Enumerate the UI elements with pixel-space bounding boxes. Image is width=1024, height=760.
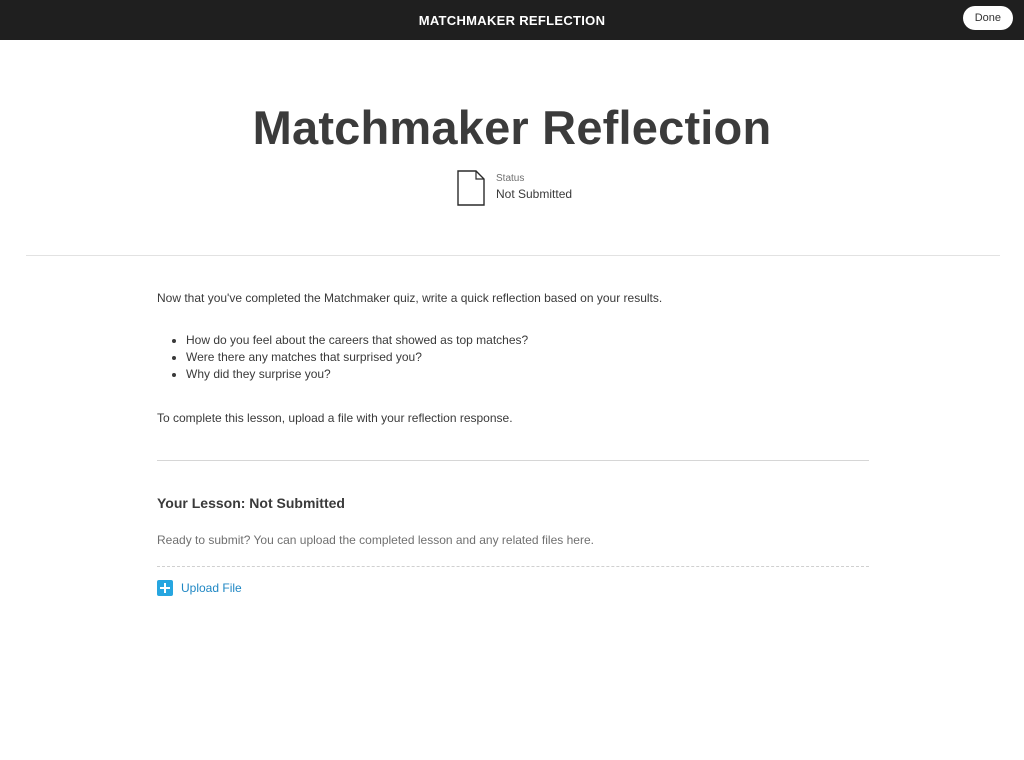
dashed-divider [157, 566, 869, 567]
question-item: How do you feel about the careers that s… [186, 332, 869, 349]
status-label: Status [496, 173, 525, 184]
question-item: Were there any matches that surprised yo… [186, 349, 869, 366]
plus-icon[interactable] [157, 580, 173, 596]
intro-text: Now that you've completed the Matchmaker… [157, 291, 663, 305]
reflection-questions: How do you feel about the careers that s… [157, 332, 869, 383]
lesson-instructions: Now that you've completed the Matchmaker… [157, 290, 869, 426]
status-block: Status Not Submitted [457, 170, 572, 206]
completion-note: To complete this lesson, upload a file w… [157, 411, 513, 425]
document-icon [457, 170, 485, 206]
done-button[interactable]: Done [962, 6, 1013, 30]
lesson-status-heading: Your Lesson: Not Submitted [157, 495, 345, 511]
top-bar: MATCHMAKER REFLECTION Done [0, 0, 1024, 40]
upload-file-label[interactable]: Upload File [181, 581, 242, 595]
topbar-title: MATCHMAKER REFLECTION [418, 12, 606, 28]
upload-file-button[interactable]: Upload File [157, 580, 242, 596]
page-title: Matchmaker Reflection [252, 101, 772, 154]
content-divider [157, 460, 869, 461]
question-item: Why did they surprise you? [186, 366, 869, 383]
lesson-description: Ready to submit? You can upload the comp… [157, 533, 594, 547]
status-value: Not Submitted [496, 187, 573, 201]
header-divider [26, 255, 1000, 256]
status-text: Status Not Submitted [496, 170, 572, 203]
